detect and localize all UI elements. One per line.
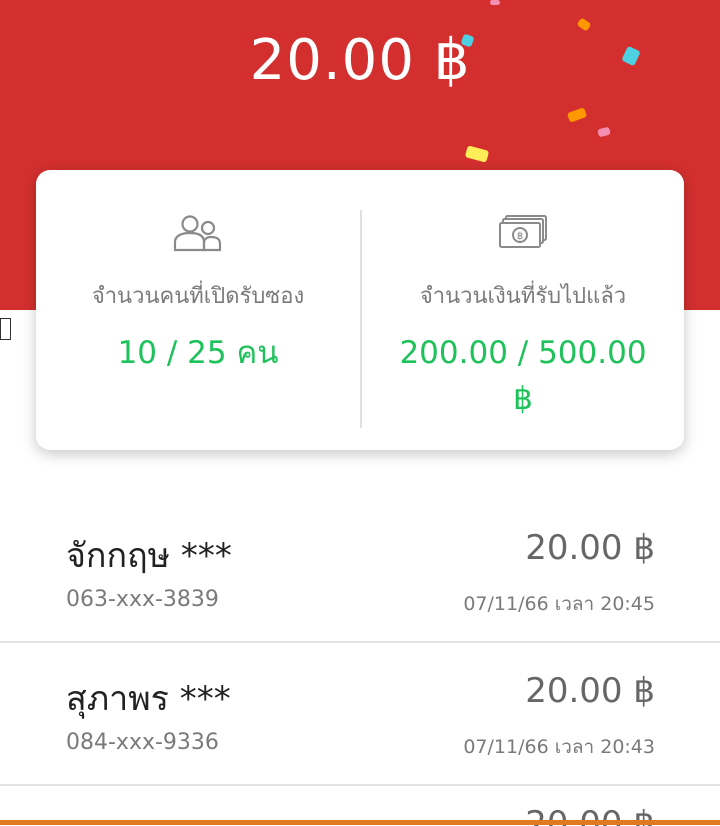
people-stat-value: 10 / 25 คน	[117, 335, 279, 371]
people-stat: จำนวนคนที่เปิดรับซอง 10 / 25 คน	[36, 170, 360, 450]
unknown-glyph-icon	[0, 318, 11, 340]
bottom-accent-bar	[0, 820, 720, 825]
recipient-time: 07/11/66 เวลา 20:43	[463, 736, 655, 758]
people-icon	[173, 214, 223, 256]
received-amount: 20.00 ฿	[249, 28, 471, 93]
recipient-name: จักกฤษ ***	[66, 536, 232, 576]
list-item[interactable]: จักกฤษ *** 063-xxx-3839 20.00 ฿ 07/11/66…	[0, 500, 720, 643]
list-item[interactable]: สุภาพร *** 084-xxx-9336 20.00 ฿ 07/11/66…	[0, 643, 720, 786]
money-stat-label: จำนวนเงินที่รับไปแล้ว	[419, 284, 627, 309]
confetti-piece	[597, 126, 611, 138]
recipient-list: จักกฤษ *** 063-xxx-3839 20.00 ฿ 07/11/66…	[0, 500, 720, 826]
confetti-piece	[490, 0, 500, 5]
confetti-piece	[566, 107, 588, 123]
svg-text:฿: ฿	[517, 231, 523, 242]
recipient-amount: 20.00 ฿	[525, 671, 655, 711]
recipient-name: สุภาพร ***	[66, 679, 231, 719]
banknote-icon: ฿	[498, 214, 548, 254]
summary-card: จำนวนคนที่เปิดรับซอง 10 / 25 คน ฿ จำนวนเ…	[36, 170, 684, 450]
recipient-phone: 063-xxx-3839	[66, 587, 219, 612]
confetti-piece	[464, 145, 490, 163]
people-stat-label: จำนวนคนที่เปิดรับซอง	[91, 284, 305, 309]
recipient-amount: 20.00 ฿	[525, 528, 655, 568]
money-stat: ฿ จำนวนเงินที่รับไปแล้ว 200.00 / 500.00 …	[362, 170, 684, 450]
money-stat-value: 200.00 / 500.00 ฿	[399, 335, 647, 417]
recipient-time: 07/11/66 เวลา 20:45	[463, 593, 655, 615]
recipient-phone: 084-xxx-9336	[66, 730, 219, 755]
